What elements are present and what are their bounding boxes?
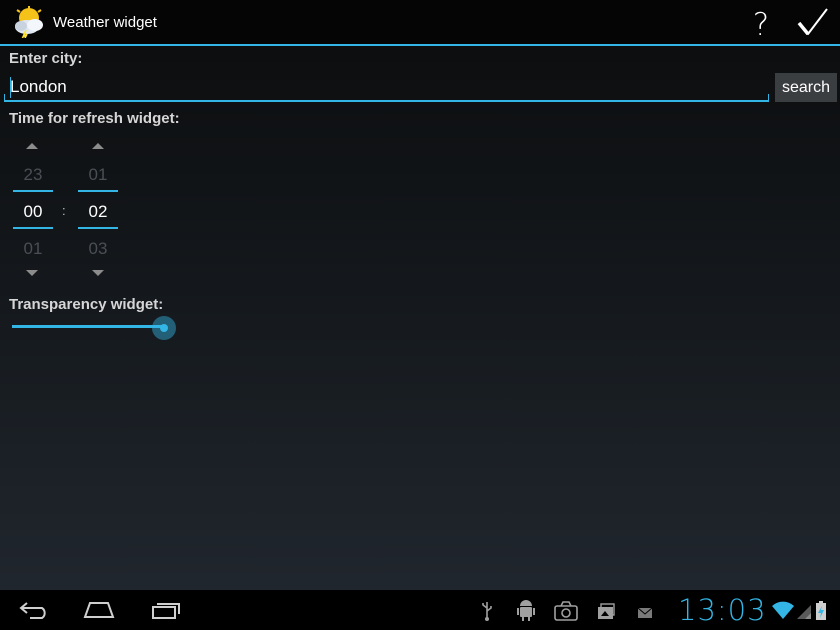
recent-apps-icon[interactable] — [148, 598, 182, 622]
transparency-slider-track[interactable] — [12, 325, 164, 328]
hour-divider-bottom — [13, 227, 53, 229]
search-button[interactable]: search — [775, 73, 837, 102]
app-title: Weather widget — [53, 14, 157, 31]
minute-previous[interactable]: 01 — [78, 165, 118, 185]
text-cursor — [10, 77, 11, 98]
back-icon[interactable] — [16, 598, 50, 622]
status-clock: 13:03 — [678, 593, 767, 627]
city-input-right-edge — [768, 94, 769, 102]
help-icon: ? — [753, 7, 769, 43]
transparency-label: Transparency widget: — [9, 296, 164, 313]
transparency-slider-thumb[interactable] — [152, 316, 176, 340]
camera-icon — [554, 601, 578, 621]
minute-increment-icon[interactable] — [92, 143, 104, 149]
refresh-time-label: Time for refresh widget: — [9, 110, 180, 127]
minute-next[interactable]: 03 — [78, 239, 118, 259]
hour-divider-top — [13, 190, 53, 192]
hour-value[interactable]: 00 — [13, 202, 53, 222]
slider-thumb-core — [160, 324, 168, 332]
weather-sun-cloud-icon[interactable] — [12, 6, 46, 38]
gallery-icon — [598, 603, 615, 619]
minute-decrement-icon[interactable] — [92, 270, 104, 276]
wifi-icon — [772, 601, 794, 619]
minute-divider-bottom — [78, 227, 118, 229]
help-glyph: ? — [753, 7, 769, 42]
help-button[interactable]: ? — [745, 4, 777, 43]
checkmark-icon — [797, 8, 828, 36]
hour-increment-icon[interactable] — [26, 143, 38, 149]
city-input-left-edge — [4, 94, 5, 102]
city-label: Enter city: — [9, 50, 83, 67]
hour-decrement-icon[interactable] — [26, 270, 38, 276]
hour-next[interactable]: 01 — [13, 239, 53, 259]
battery-icon — [816, 601, 826, 620]
action-bar: Weather widget ? — [0, 0, 840, 46]
mail-icon — [637, 607, 653, 618]
minute-value[interactable]: 02 — [78, 202, 118, 222]
minute-divider-top — [78, 190, 118, 192]
done-button[interactable] — [796, 6, 830, 40]
usb-icon — [482, 602, 492, 621]
signal-icon — [797, 605, 811, 619]
hour-previous[interactable]: 23 — [13, 165, 53, 185]
android-debug-icon — [517, 600, 535, 621]
time-separator: : — [62, 203, 66, 218]
city-input[interactable] — [4, 74, 769, 102]
home-icon[interactable] — [82, 598, 116, 622]
